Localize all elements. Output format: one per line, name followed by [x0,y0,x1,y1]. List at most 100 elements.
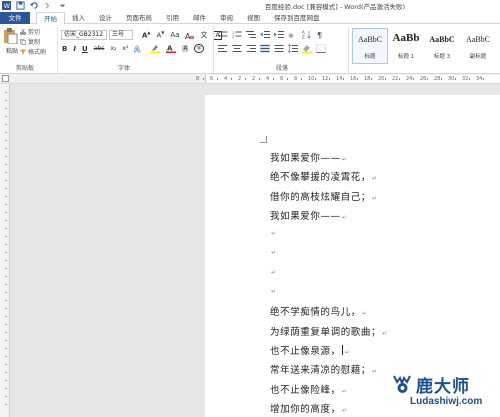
copy-label: 复制 [28,39,41,46]
strikethrough-button[interactable]: abc [94,45,105,52]
paragraph-mark-icon: ↵ [271,230,277,238]
numbering-icon[interactable]: 12 [232,30,242,39]
style-name: 标题 1 [397,54,415,60]
document-line[interactable]: ↵ [270,246,388,265]
style-subtitle[interactable]: AaBbC 副标题 [460,28,496,64]
ruler-tick [301,78,302,80]
horizontal-ruler[interactable]: 8 6 4 2 2 4 6 8 10 12 14 16 18 20 22 24 26 28 30 32 34 [196,75,500,83]
justify-icon[interactable] [260,44,270,53]
align-center-icon[interactable] [232,44,242,53]
font-color-icon[interactable]: A [166,44,177,53]
ruler-tick [273,78,274,80]
style-title[interactable]: AaBbC 标题 [352,28,388,64]
line-text: 借你的高枝炫耀自己； [270,191,372,203]
document-line[interactable]: 也不止像险峰，↵ [270,382,388,401]
style-heading-1[interactable]: AaBb 标题 1 [388,28,424,64]
document-line[interactable]: 也不止像泉源， ↵ [270,343,388,362]
vruler-tick [5,252,7,253]
text-effects-icon[interactable]: A [134,44,144,53]
change-case-button[interactable]: Aa [170,31,179,39]
font-format-buttons: B I U abc x₂ x² A A A 字 [62,44,204,53]
copy-button[interactable]: 复制 [20,38,46,46]
document-line[interactable]: 借你的高枝炫耀自己；↵ [270,189,388,208]
highlight-icon[interactable] [150,44,161,53]
line-spacing-icon[interactable] [288,44,298,53]
svg-text:Z: Z [302,35,305,40]
document-line[interactable]: 我如果爱你——↵ [270,208,388,227]
vruler-tick [5,164,7,165]
paragraph-group-label: 段落 [276,65,289,72]
document-line[interactable]: 常年送来清凉的慰藉；↵ [270,362,388,381]
vruler-tick [5,356,7,357]
paintbrush-icon [20,49,26,54]
underline-button[interactable]: U [82,45,88,53]
document-page[interactable]: 我如果爱你——↵ 绝不像攀援的凌霄花，↵ 借你的高枝炫耀自己；↵ 我如果爱你——↵ ↵ ↵… [205,95,500,417]
align-left-icon[interactable] [218,44,228,53]
watermark: 鹿大师 Ludashiwj.com [390,372,498,417]
char-shading-button[interactable]: A [182,45,189,52]
multilevel-list-icon[interactable] [246,30,256,39]
paragraph-row1: 12 ※ AZ ¶ [218,30,326,39]
bold-button[interactable]: B [62,45,67,53]
document-line[interactable]: 绝不像攀援的凌霄花，↵ [270,169,388,188]
document-body[interactable]: 我如果爱你——↵ 绝不像攀援的凌霄花，↵ 借你的高枝炫耀自己；↵ 我如果爱你——↵ ↵ ↵… [270,150,388,417]
text-cursor [341,344,343,355]
align-right-icon[interactable] [246,44,256,53]
ruler-tick [315,78,316,80]
font-size-select[interactable]: 三号 [109,30,133,40]
document-line[interactable]: 绝不学痴情的鸟儿，↵ [270,304,388,323]
tab-selector[interactable] [2,75,9,82]
enclose-char-button[interactable]: 字 [194,44,204,53]
distribute-icon[interactable] [274,44,284,53]
subscript-button[interactable]: x₂ [110,45,116,52]
borders-icon[interactable] [316,44,326,53]
cut-button[interactable]: 剪切 [20,28,46,36]
ruler-number: 4 [224,76,228,82]
decrease-indent-icon[interactable] [260,30,270,39]
vruler-tick [5,204,7,205]
ruler-tick [287,78,288,80]
paste-button[interactable]: 粘贴 [2,28,19,55]
paste-label: 粘贴 [6,48,19,55]
tab-file[interactable]: 文件 [0,12,30,24]
ruler-tick [399,78,400,80]
vertical-ruler[interactable] [0,84,10,417]
ruler-number: 28 [434,76,441,82]
chinese-layout-icon[interactable]: ※ [288,30,298,39]
shrink-font-button[interactable]: A▼ [157,30,165,39]
line-text: 我如果爱你—— [270,153,341,164]
grow-font-button[interactable]: A▲ [142,30,151,39]
document-line[interactable]: ↵ [270,266,388,285]
vruler-tick [5,172,7,173]
ruler-tick [231,78,232,80]
line-text: 常年送来清凉的慰藉； [270,365,372,377]
bullets-icon[interactable] [218,30,228,39]
font-name-select[interactable]: 仿宋_GB2312 [61,30,107,40]
style-heading-3[interactable]: AaBbC 标题 3 [424,28,460,64]
vruler-tick [5,404,7,405]
document-line[interactable]: ↵ [270,285,388,304]
line-text: 绝不学痴情的鸟儿， [270,307,361,319]
vruler-tick [5,332,7,333]
shading-icon[interactable] [302,44,312,53]
vruler-tick [5,108,7,109]
document-line[interactable]: 我如果爱你——↵ [270,150,388,169]
ruler-number: 32 [462,76,469,82]
paragraph-row2 [218,44,326,53]
document-line[interactable]: 为绿荫重复单调的歌曲；↵ [270,324,388,343]
vruler-tick [5,396,7,397]
sort-icon[interactable]: AZ [302,30,312,39]
italic-button[interactable]: I [73,45,76,53]
document-line[interactable]: 增加你的高度，↵ [270,401,388,417]
show-marks-icon[interactable]: ¶ [316,30,326,39]
format-painter-button[interactable]: 格式刷 [20,48,46,56]
ruler-tick [413,78,414,80]
increase-indent-icon[interactable] [274,30,284,39]
line-text: 也不止像泉源， [270,345,341,357]
vruler-tick [5,116,7,117]
document-line[interactable]: ↵ [270,227,388,246]
phonetic-guide-button[interactable]: 文 [200,30,207,40]
clear-format-icon[interactable]: A [185,31,195,40]
superscript-button[interactable]: x² [122,45,128,52]
ruler-tick [385,78,386,80]
